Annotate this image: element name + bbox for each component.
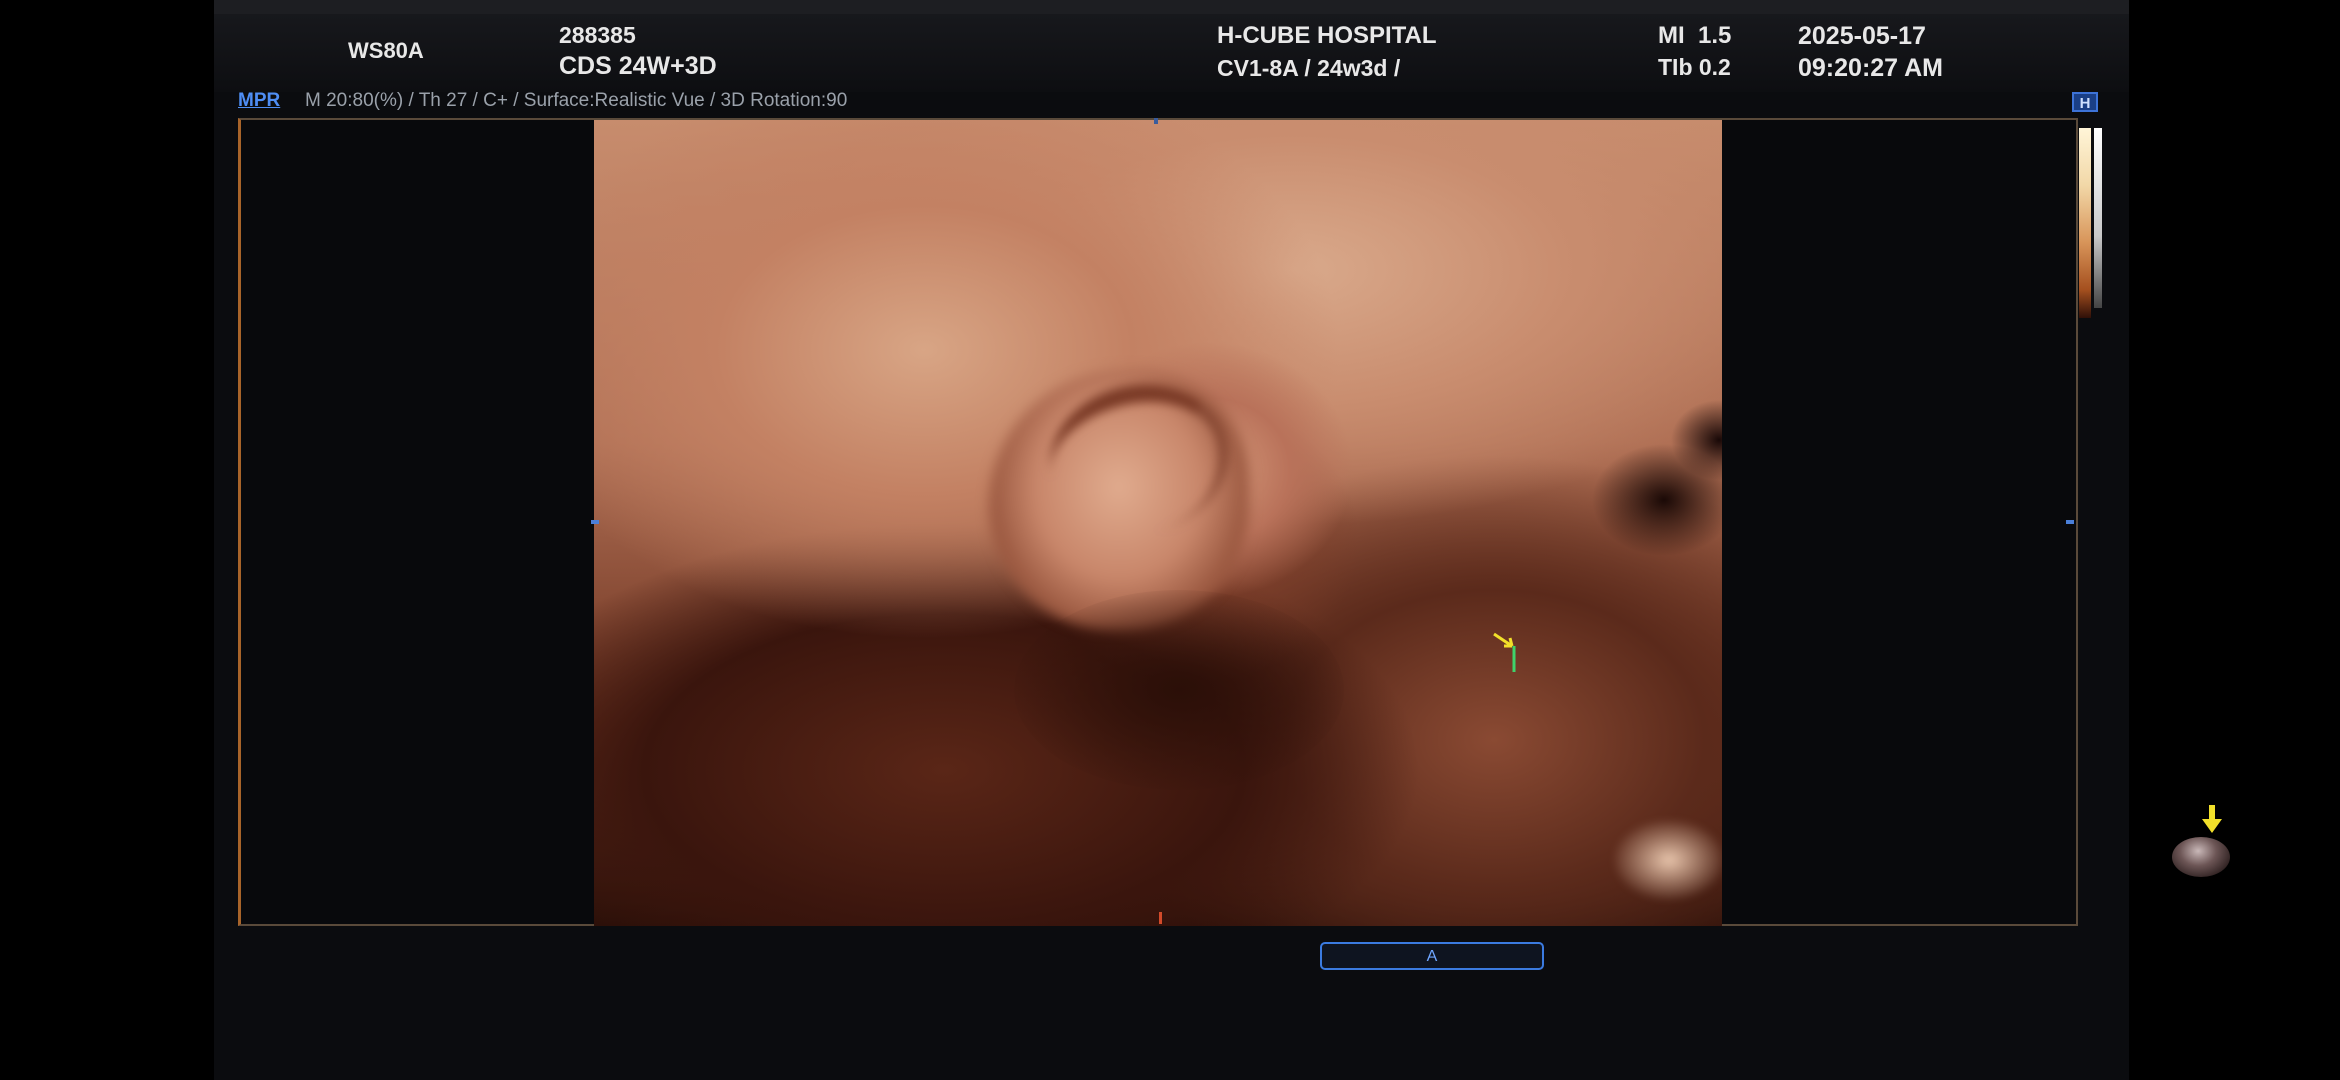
light-direction-arrow-icon [2199, 803, 2225, 840]
header-bar: WS80A 288385 CDS 24W+3D H-CUBE HOSPITAL … [214, 14, 2129, 92]
top-edge-tick [1154, 118, 1158, 124]
ultrasound-screen: WS80A 288385 CDS 24W+3D H-CUBE HOSPITAL … [214, 0, 2230, 1080]
right-edge-tick [2066, 520, 2074, 524]
exam-time: 09:20:27 AM [1798, 54, 1943, 82]
h-indicator-badge: H [2072, 92, 2098, 112]
left-edge-tick [591, 520, 599, 524]
bottom-edge-tick [1159, 912, 1162, 924]
yellow-pointer-icon [1492, 632, 1532, 683]
light-source-sphere[interactable] [2172, 837, 2230, 877]
exam-date: 2025-05-17 [1798, 22, 1926, 50]
color-map-bar [2079, 128, 2091, 318]
probe-preset: CV1-8A / 24w3d / [1217, 55, 1401, 81]
shadow-region [1014, 590, 1344, 790]
mpr-mode-tab[interactable]: MPR [238, 90, 280, 112]
subheader-bar: MPR M 20:80(%) / Th 27 / C+ / Surface:Re… [214, 88, 2129, 116]
fetal-3d-render [594, 120, 1722, 926]
patient-id: 288385 [559, 22, 636, 48]
study-label: CDS 24W+3D [559, 52, 717, 80]
tib-value: TIb 0.2 [1658, 54, 1731, 80]
top-strip [214, 0, 2129, 14]
highlight-region [1614, 820, 1722, 900]
mi-value: MI 1.5 [1658, 22, 1732, 49]
view-a-button[interactable]: A [1320, 942, 1544, 970]
gray-map-bar [2094, 128, 2102, 308]
hospital-name: H-CUBE HOSPITAL [1217, 22, 1437, 49]
render-parameters: M 20:80(%) / Th 27 / C+ / Surface:Realis… [305, 90, 848, 111]
model-label: WS80A [348, 38, 424, 63]
